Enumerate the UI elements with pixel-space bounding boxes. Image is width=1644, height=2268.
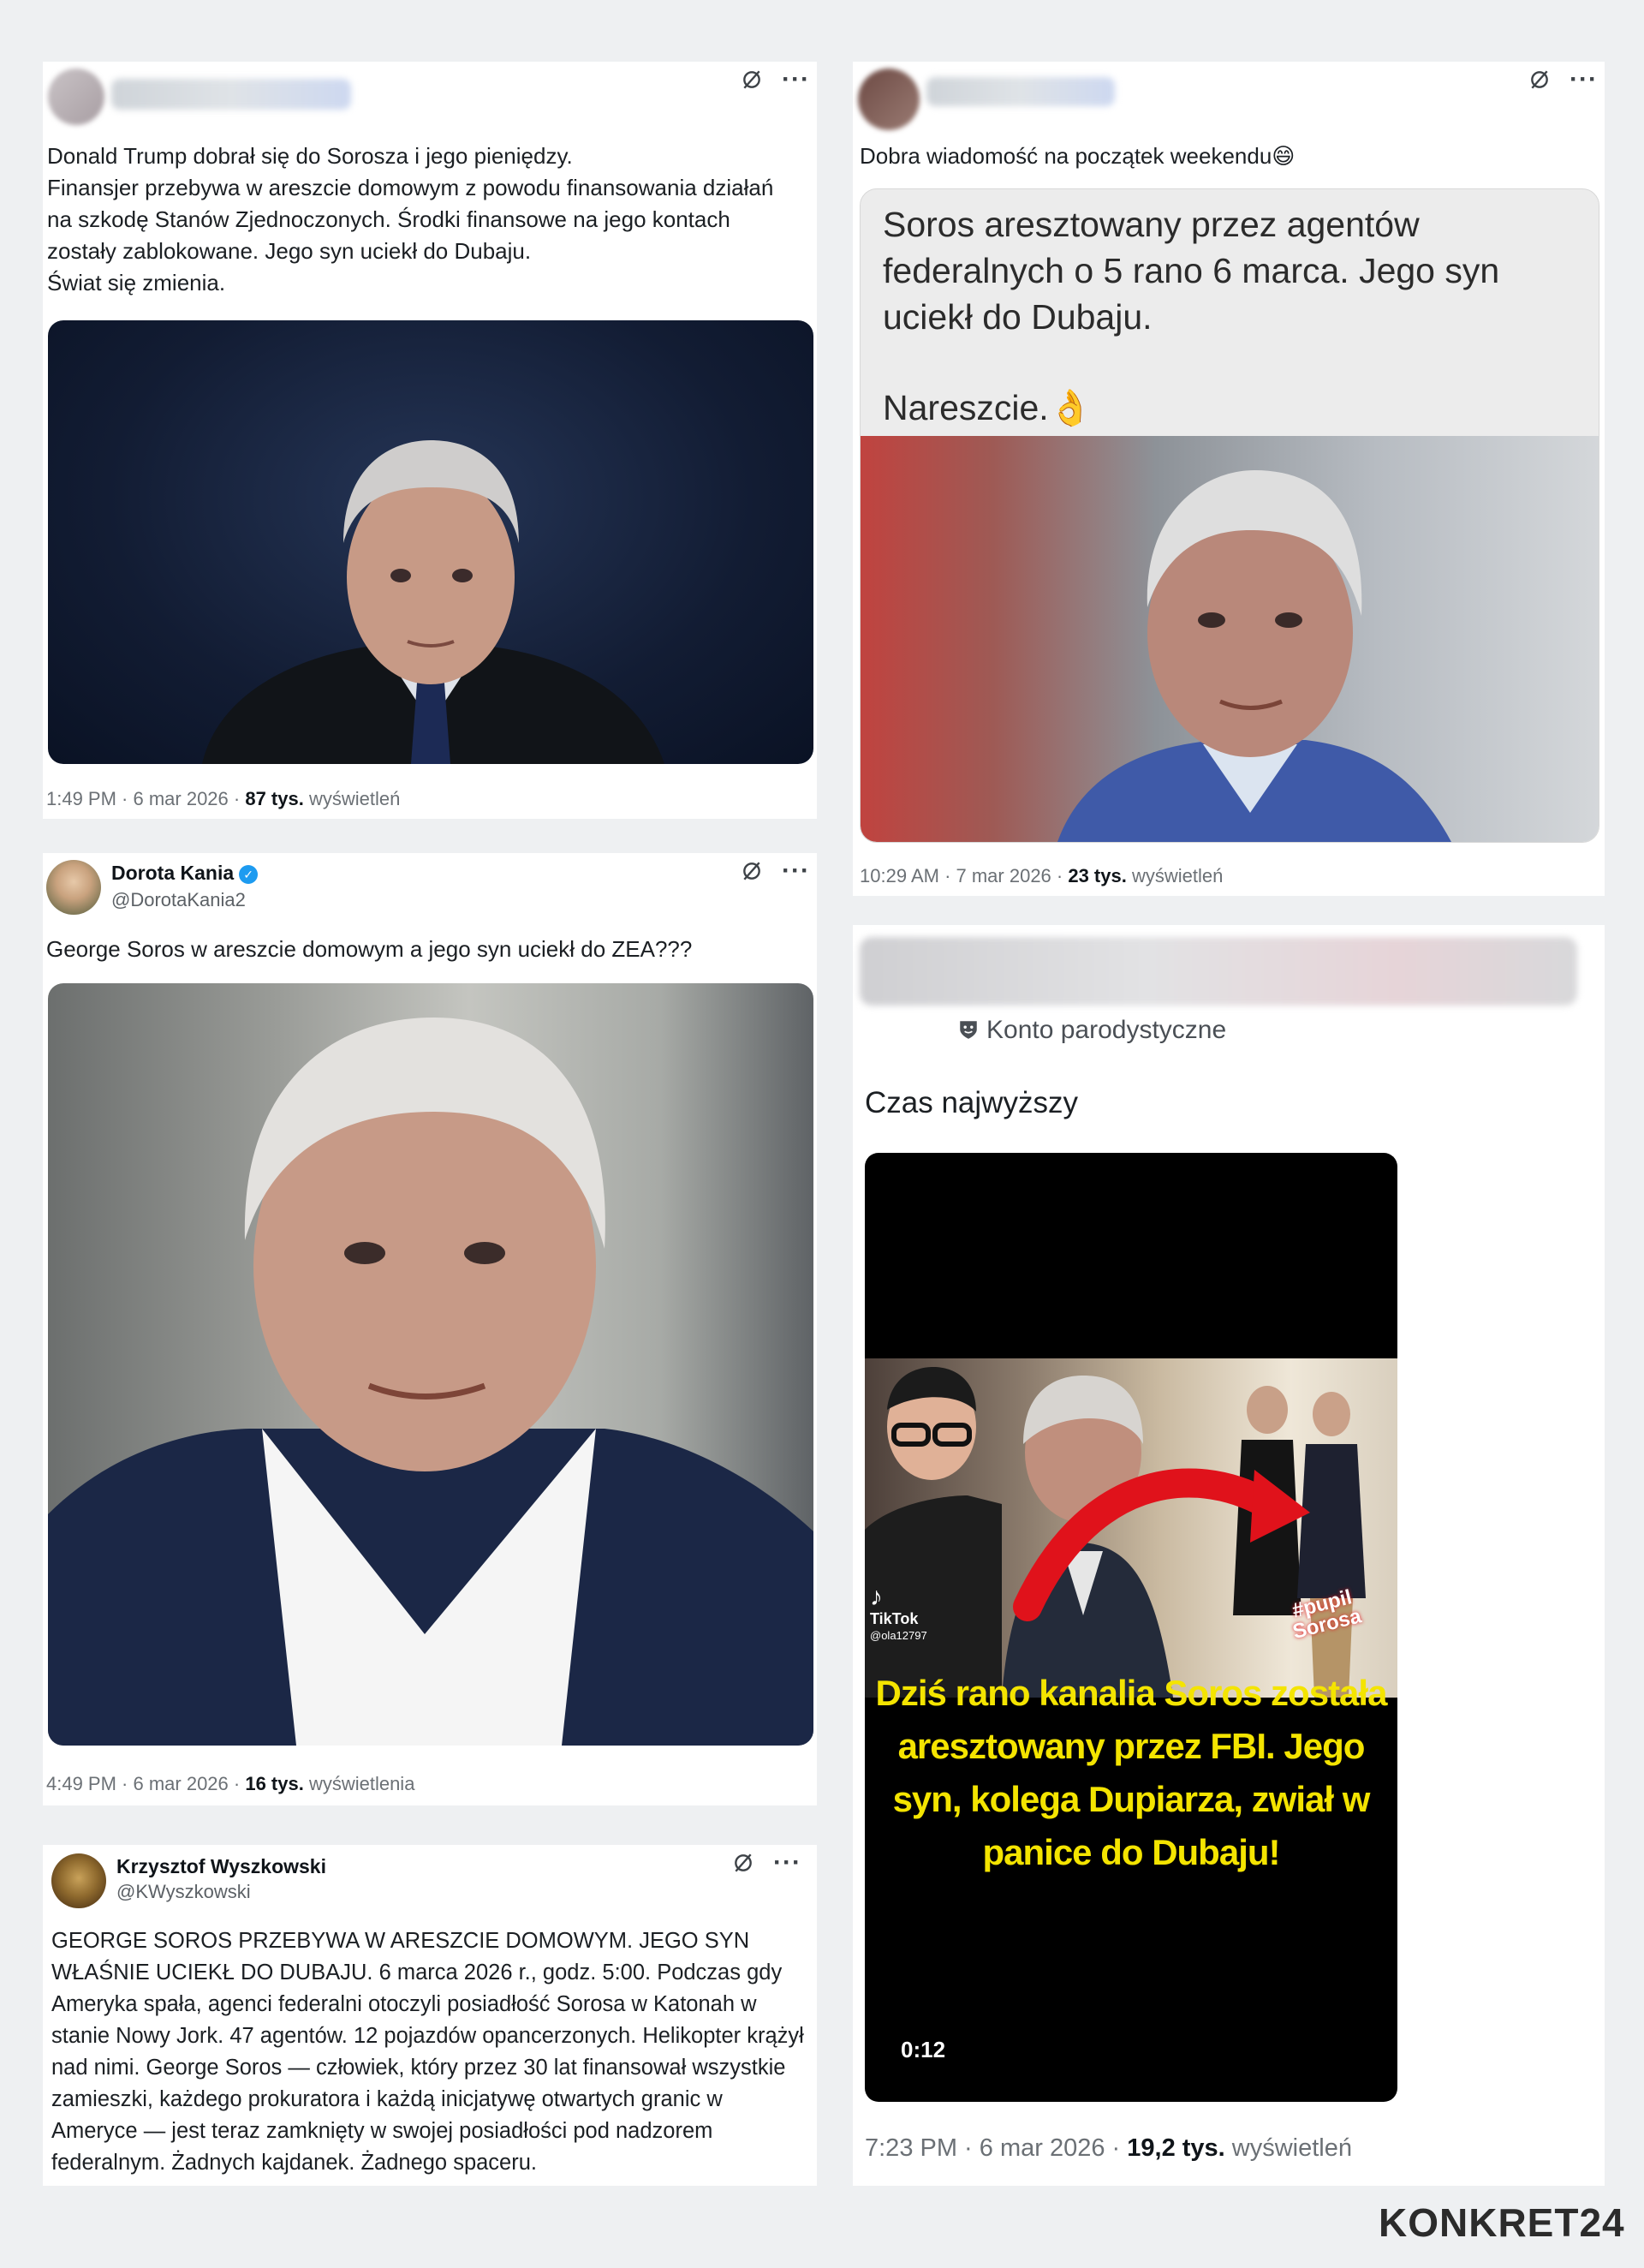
- user-name[interactable]: Dorota Kania ✓: [111, 862, 259, 885]
- user-handle[interactable]: @KWyszkowski: [116, 1881, 251, 1903]
- tweet-card-4[interactable]: Konto parodystyczne Czas najwyższy ♪ Tik…: [853, 925, 1605, 2186]
- views-label: wyświetleń: [1126, 865, 1224, 886]
- soros-photo: [861, 436, 1599, 842]
- tweet-time[interactable]: 1:49 PM · 6 mar 2026 ·: [46, 788, 245, 809]
- tweet-text: Donald Trump dobrał się do Sorosza i jeg…: [47, 143, 774, 295]
- tiktok-note-icon: ♪: [870, 1583, 883, 1611]
- quoted-image-card[interactable]: Soros aresztowany przez agentów federaln…: [860, 188, 1599, 843]
- blurred-avatar: [858, 69, 920, 130]
- tweet-actions: ···: [1528, 67, 1598, 93]
- card-text-2: Nareszcie.👌: [883, 388, 1093, 427]
- views-label: wyświetlenia: [303, 1773, 415, 1794]
- tweet-card-1[interactable]: ··· Donald Trump dobrał się do Sorosza i…: [43, 62, 817, 819]
- more-options-icon[interactable]: ···: [773, 1850, 801, 1876]
- tweet-actions: ···: [741, 67, 810, 93]
- more-options-icon[interactable]: ···: [1570, 67, 1598, 93]
- video-caption: Dziś rano kanalia Soros została aresztow…: [875, 1673, 1388, 1872]
- soros-photo[interactable]: [48, 983, 813, 1746]
- tweet-time[interactable]: 4:49 PM · 6 mar 2026 ·: [46, 1773, 245, 1794]
- views-label: wyświetleń: [1224, 2134, 1353, 2162]
- tweet-text: GEORGE SOROS PRZEBYWA W ARESZCIE DOMOWYM…: [51, 1929, 804, 2175]
- more-options-icon[interactable]: ···: [782, 67, 810, 93]
- video-player[interactable]: ♪ TikTok @ola12797 #pupil Sorosa Dziś ra…: [865, 1153, 1397, 2102]
- tweet-text: George Soros w areszcie domowym a jego s…: [46, 936, 693, 962]
- parody-label: Konto parodystyczne: [957, 1016, 1226, 1045]
- tweet-time[interactable]: 10:29 AM · 7 mar 2026 ·: [860, 865, 1068, 886]
- tweet-text: Czas najwyższy: [865, 1086, 1078, 1119]
- tweet-actions: ···: [732, 1850, 801, 1876]
- view-count: 23 tys.: [1068, 865, 1127, 886]
- tweet-text: Dobra wiadomość na początek weekendu😄: [860, 143, 1296, 169]
- card-text: Soros aresztowany przez agentów federaln…: [883, 205, 1500, 337]
- grok-icon[interactable]: [732, 1852, 754, 1874]
- tweet-card-3[interactable]: Dorota Kania ✓ @DorotaKania2 ··· George S…: [43, 853, 817, 1805]
- tweet-meta: 10:29 AM · 7 mar 2026 · 23 tys. wyświetl…: [860, 865, 1223, 887]
- grok-icon[interactable]: [741, 860, 763, 882]
- grin-emoji-icon: 😄: [1272, 143, 1296, 169]
- tweet-meta: 4:49 PM · 6 mar 2026 · 16 tys. wyświetle…: [46, 1773, 414, 1795]
- tweet-time[interactable]: 7:23 PM · 6 mar 2026 ·: [865, 2134, 1127, 2162]
- avatar[interactable]: [51, 1853, 106, 1908]
- view-count: 19,2 tys.: [1127, 2134, 1225, 2162]
- blurred-user-header: [860, 937, 1577, 1006]
- tweet-meta: 7:23 PM · 6 mar 2026 · 19,2 tys. wyświet…: [865, 2134, 1352, 2163]
- user-name[interactable]: Krzysztof Wyszkowski: [116, 1855, 326, 1878]
- grok-icon[interactable]: [1528, 69, 1551, 91]
- view-count: 16 tys.: [245, 1773, 304, 1794]
- tweet-actions: ···: [741, 858, 810, 884]
- more-options-icon[interactable]: ···: [782, 858, 810, 884]
- view-count: 87 tys.: [245, 788, 304, 809]
- video-duration: 0:12: [901, 2037, 946, 2062]
- theater-mask-icon: [957, 1018, 980, 1041]
- avatar[interactable]: [46, 860, 101, 915]
- soros-photo[interactable]: [48, 320, 813, 764]
- blurred-username: [111, 79, 351, 110]
- tweet-card-5[interactable]: Krzysztof Wyszkowski @KWyszkowski ··· GE…: [43, 1845, 817, 2186]
- konkret24-logo: KONKRET24: [1379, 2200, 1625, 2245]
- blurred-username: [926, 77, 1115, 106]
- tweet-card-2[interactable]: ··· Dobra wiadomość na początek weekendu…: [853, 62, 1605, 896]
- video-frame: ♪ TikTok @ola12797 #pupil Sorosa: [865, 1358, 1397, 1698]
- grok-icon[interactable]: [741, 69, 763, 91]
- verified-badge-icon: ✓: [239, 864, 259, 884]
- user-handle[interactable]: @DorotaKania2: [111, 889, 246, 911]
- views-label: wyświetleń: [303, 788, 401, 809]
- ok-hand-emoji-icon: 👌: [1048, 388, 1093, 427]
- tiktok-logo: ♪ TikTok @ola12797: [870, 1583, 927, 1643]
- blurred-avatar: [48, 69, 104, 125]
- tweet-meta: 1:49 PM · 6 mar 2026 · 87 tys. wyświetle…: [46, 788, 400, 810]
